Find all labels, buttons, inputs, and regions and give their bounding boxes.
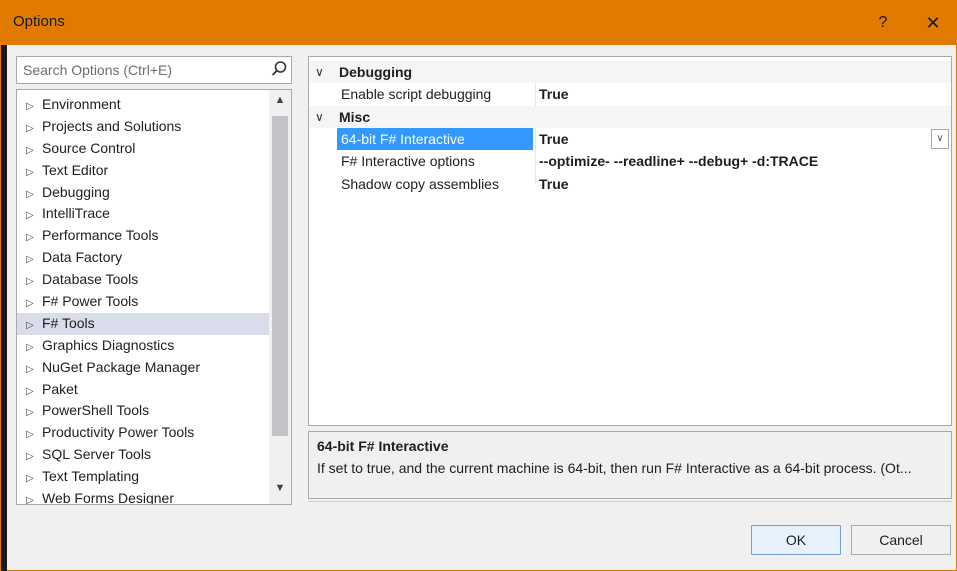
- tree-item-label: Source Control: [42, 139, 136, 156]
- property-name[interactable]: Enable script debugging: [337, 83, 533, 105]
- category-label: Misc: [339, 108, 371, 125]
- tree-item[interactable]: ▷ Environment: [17, 94, 269, 116]
- tree-item-label: SQL Server Tools: [42, 446, 151, 463]
- tree-item-label: Performance Tools: [42, 227, 159, 244]
- tree-item-label: Web Forms Designer: [42, 490, 175, 505]
- tree-item-label: Text Templating: [42, 468, 140, 485]
- property-value[interactable]: True: [539, 173, 569, 195]
- expand-arrow-icon[interactable]: ▷: [26, 249, 42, 271]
- expand-arrow-icon[interactable]: ▷: [26, 402, 42, 424]
- expand-arrow-icon[interactable]: ▷: [26, 315, 42, 337]
- title-bar[interactable]: Options ? ✕: [1, 1, 956, 45]
- expand-arrow-icon[interactable]: ▷: [26, 424, 42, 446]
- expand-arrow-icon[interactable]: ▷: [26, 293, 42, 315]
- category-label: Debugging: [339, 64, 413, 80]
- tree-item-label: Graphics Diagnostics: [42, 336, 175, 353]
- tree-item-label: F# Power Tools: [42, 293, 139, 310]
- tree-item[interactable]: ▷ Graphics Diagnostics: [17, 335, 269, 357]
- tree-item-label: F# Tools: [42, 314, 95, 331]
- expand-arrow-icon[interactable]: ▷: [26, 205, 42, 227]
- dialog-title: Options: [13, 13, 65, 30]
- tree-item-label: Environment: [42, 96, 121, 112]
- tree-item[interactable]: ▷ Database Tools: [17, 269, 269, 291]
- expand-arrow-icon[interactable]: ▷: [26, 118, 42, 140]
- tree-item-label: Productivity Power Tools: [42, 424, 195, 441]
- tree-item-label: IntelliTrace: [42, 205, 110, 222]
- property-row[interactable]: Shadow copy assemblies True: [309, 173, 951, 195]
- property-name[interactable]: 64-bit F# Interactive: [337, 127, 533, 150]
- divider: [308, 501, 952, 502]
- expand-arrow-icon[interactable]: ▷: [26, 184, 42, 206]
- grid-category[interactable]: ∨ Debugging: [309, 61, 951, 83]
- expand-arrow-icon[interactable]: ▷: [26, 337, 42, 359]
- tree-item[interactable]: ▷ SQL Server Tools: [17, 444, 269, 466]
- tree-item[interactable]: ▷ Projects and Solutions: [17, 116, 269, 138]
- property-name[interactable]: F# Interactive options: [337, 150, 533, 172]
- property-name[interactable]: Shadow copy assemblies: [337, 173, 533, 195]
- collapse-chevron-icon[interactable]: ∨: [315, 61, 329, 83]
- ok-button[interactable]: OK: [751, 525, 841, 555]
- scroll-down-arrow-icon[interactable]: ▼: [269, 482, 291, 500]
- collapse-chevron-icon[interactable]: ∨: [315, 106, 329, 128]
- property-row[interactable]: F# Interactive options --optimize- --read…: [309, 150, 951, 172]
- expand-arrow-icon[interactable]: ▷: [26, 162, 42, 184]
- help-button[interactable]: ?: [863, 7, 903, 39]
- expand-arrow-icon[interactable]: ▷: [26, 227, 42, 249]
- expand-arrow-icon[interactable]: ▷: [26, 271, 42, 293]
- tree-item[interactable]: ▷ Productivity Power Tools: [17, 422, 269, 444]
- scroll-up-arrow-icon[interactable]: ▲: [269, 94, 291, 112]
- property-row[interactable]: Enable script debugging True: [309, 83, 951, 105]
- options-tree[interactable]: ▷ Environment ▷ Projects and Solutions ▷ Sour…: [16, 89, 292, 505]
- tree-item-label: Text Editor: [42, 161, 109, 178]
- tree-item[interactable]: ▷ IntelliTrace: [17, 203, 269, 225]
- description-title: 64-bit F# Interactive: [317, 438, 449, 454]
- tree-item[interactable]: ▷ Text Editor: [17, 160, 269, 182]
- cancel-button[interactable]: Cancel: [851, 525, 951, 555]
- expand-arrow-icon[interactable]: ▷: [26, 446, 42, 468]
- search-input[interactable]: [17, 57, 263, 83]
- scroll-thumb[interactable]: [272, 116, 288, 436]
- options-dialog: Options ? ✕ ▷Environment▷Projects and So…: [0, 0, 957, 571]
- search-icon[interactable]: [269, 59, 289, 79]
- grid-category[interactable]: ∨ Misc: [309, 105, 951, 128]
- tree-item[interactable]: ▷ Data Factory: [17, 247, 269, 269]
- expand-arrow-icon[interactable]: ▷: [26, 96, 42, 118]
- tree-item-label: Data Factory: [42, 249, 123, 266]
- tree-item-label: NuGet Package Manager: [42, 358, 200, 375]
- property-row[interactable]: 64-bit F# Interactive True ∨: [309, 127, 951, 150]
- window-edge: [1, 45, 7, 571]
- tree-scrollbar[interactable]: ▲ ▼: [269, 90, 291, 504]
- tree-item[interactable]: ▷ Source Control: [17, 138, 269, 160]
- description-text: If set to true, and the current machine …: [317, 460, 912, 476]
- tree-item[interactable]: ▷ Debugging: [17, 182, 269, 204]
- search-box[interactable]: [16, 56, 292, 84]
- tree-item[interactable]: ▷ PowerShell Tools: [17, 400, 269, 422]
- expand-arrow-icon[interactable]: ▷: [26, 381, 42, 403]
- tree-item-label: Database Tools: [42, 271, 139, 288]
- tree-item[interactable]: ▷ F# Tools: [17, 312, 269, 337]
- tree-item-label: PowerShell Tools: [42, 402, 150, 419]
- dropdown-arrow-icon[interactable]: ∨: [931, 128, 949, 149]
- property-grid: ∨ Debugging Enable script debugging True ∨ Mi…: [308, 56, 952, 426]
- tree-item[interactable]: ▷ Web Forms Designer: [17, 488, 269, 505]
- property-value[interactable]: True: [539, 128, 569, 150]
- expand-arrow-icon[interactable]: ▷: [26, 468, 42, 490]
- property-value[interactable]: --optimize- --readline+ --debug+ -d:TRAC…: [539, 150, 818, 172]
- tree-item[interactable]: ▷ Paket: [17, 379, 269, 401]
- expand-arrow-icon[interactable]: ▷: [26, 359, 42, 381]
- tree-item-label: Debugging: [42, 183, 110, 200]
- tree-item[interactable]: ▷ Performance Tools: [17, 225, 269, 247]
- close-button[interactable]: ✕: [913, 7, 953, 39]
- options-tree-list: ▷ Environment ▷ Projects and Solutions ▷ Sour…: [17, 94, 269, 505]
- tree-item[interactable]: ▷ NuGet Package Manager: [17, 357, 269, 379]
- property-value[interactable]: True: [539, 83, 569, 105]
- description-panel: 64-bit F# Interactive If set to true, an…: [308, 431, 952, 499]
- tree-item[interactable]: ▷ F# Power Tools: [17, 291, 269, 313]
- expand-arrow-icon[interactable]: ▷: [26, 490, 42, 504]
- tree-item-label: Paket: [42, 380, 78, 397]
- expand-arrow-icon[interactable]: ▷: [26, 140, 42, 162]
- tree-item-label: Projects and Solutions: [42, 117, 182, 134]
- tree-item[interactable]: ▷ Text Templating: [17, 466, 269, 488]
